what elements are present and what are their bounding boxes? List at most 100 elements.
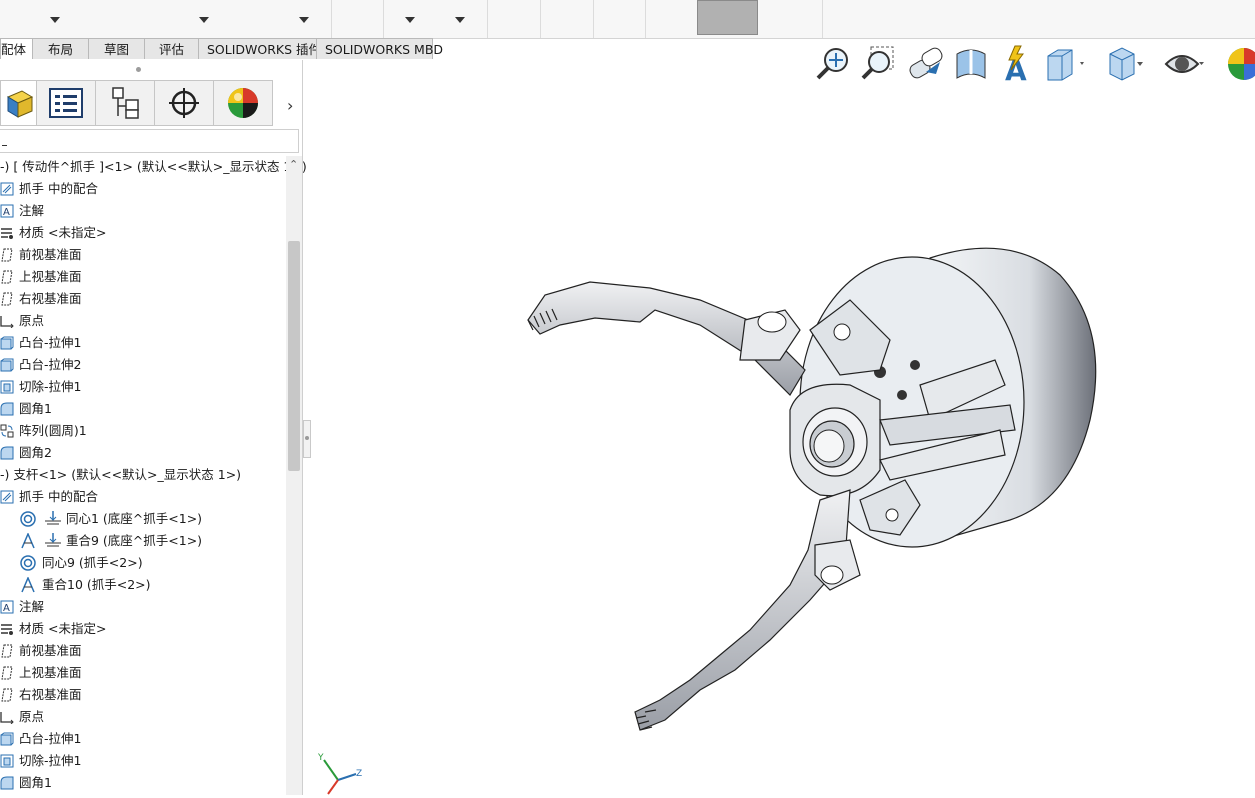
manager-tabs bbox=[0, 80, 300, 130]
tree-item-label: 注解 bbox=[19, 203, 45, 218]
tree-item-label: 前视基准面 bbox=[19, 643, 82, 658]
origin-icon bbox=[0, 712, 14, 724]
tree-item-label: 原点 bbox=[19, 313, 45, 328]
view-orientation-icon bbox=[1109, 47, 1143, 81]
tab-sketch[interactable]: 草图 bbox=[88, 38, 145, 59]
tree-item-label: 同心1 (底座^抓手<1>) bbox=[66, 511, 203, 526]
tree-item-label: 重合10 (抓手<2>) bbox=[42, 577, 151, 592]
toolbar-dropdown-caret[interactable] bbox=[455, 17, 465, 23]
zoom-to-area-button[interactable] bbox=[859, 44, 899, 84]
appearance-button[interactable] bbox=[1224, 44, 1255, 84]
tree-item-label: 材质 <未指定> bbox=[19, 225, 107, 240]
boss-extrude-icon bbox=[0, 732, 14, 746]
material-icon bbox=[1, 228, 13, 239]
display-manager-icon bbox=[228, 88, 258, 118]
section-view-button[interactable] bbox=[951, 44, 991, 84]
toolbar-dropdown-caret[interactable] bbox=[405, 17, 415, 23]
graphics-area[interactable] bbox=[304, 60, 1255, 795]
tree-item-label: 切除-拉伸1 bbox=[19, 379, 82, 394]
tree-item-label: 圆角1 bbox=[19, 401, 52, 416]
toolbar-divider bbox=[822, 0, 823, 38]
toolbar-divider bbox=[331, 0, 332, 38]
gripper-model[interactable] bbox=[304, 60, 1255, 795]
cut-extrude-icon bbox=[0, 754, 14, 768]
plane-icon bbox=[1, 270, 13, 284]
chevron-right-icon[interactable]: › bbox=[287, 96, 293, 115]
propertymanager-tab[interactable] bbox=[36, 80, 96, 126]
material-icon bbox=[1, 624, 13, 635]
coincident-icon bbox=[21, 533, 35, 549]
featuremanager-tab[interactable] bbox=[0, 80, 37, 126]
tree-item-label: 圆角2 bbox=[19, 445, 52, 460]
main-toolbar bbox=[0, 0, 1255, 39]
previous-view-icon bbox=[909, 47, 943, 79]
fillet-icon bbox=[0, 446, 14, 460]
triad-z-label: Z bbox=[356, 769, 362, 779]
toolbar-divider bbox=[593, 0, 594, 38]
tree-scrollbar[interactable]: ⌃ bbox=[286, 156, 302, 795]
tree-item-label: 阵列(圆周)1 bbox=[19, 423, 87, 438]
display-manager-tab[interactable] bbox=[213, 80, 273, 126]
hide-show-items-icon bbox=[1164, 55, 1204, 73]
display-style-button[interactable] bbox=[1044, 44, 1084, 84]
tree-item-label: 右视基准面 bbox=[19, 291, 82, 306]
appearance-icon bbox=[1228, 48, 1255, 80]
command-manager-tabs: 配体 布局 草图 评估 SOLIDWORKS 插件 SOLIDWORKS MBD bbox=[0, 38, 443, 60]
scrollbar-thumb[interactable] bbox=[288, 241, 300, 471]
scroll-up-icon[interactable]: ⌃ bbox=[289, 158, 298, 171]
configurationmanager-icon bbox=[112, 87, 139, 119]
toolbar-active-button[interactable] bbox=[697, 0, 758, 35]
fillet-icon bbox=[0, 402, 14, 416]
tab-solidworks-mbd[interactable]: SOLIDWORKS MBD bbox=[316, 38, 443, 59]
dimxpert-icon bbox=[169, 88, 199, 118]
coincident-icon bbox=[21, 577, 35, 593]
toolbar-dropdown-caret[interactable] bbox=[50, 17, 60, 23]
dynamic-annotation-icon: A bbox=[1005, 45, 1027, 87]
propertymanager-icon bbox=[49, 88, 83, 118]
zoom-to-fit-button[interactable] bbox=[814, 44, 854, 84]
origin-icon bbox=[0, 316, 14, 328]
plane-icon bbox=[1, 688, 13, 702]
toolbar-divider bbox=[540, 0, 541, 38]
tree-item-label: 凸台-拉伸1 bbox=[19, 731, 82, 746]
filter-caret-icon bbox=[2, 145, 7, 146]
toolbar-dropdown-caret[interactable] bbox=[299, 17, 309, 23]
tree-item-label: 凸台-拉伸1 bbox=[19, 335, 82, 350]
tree-item-label: -) [ 传动件^抓手 ]<1> (默认<<默认>_显示状态 1>) bbox=[0, 159, 307, 174]
mates-icon bbox=[0, 182, 14, 196]
tree-item-label: 切除-拉伸1 bbox=[19, 753, 82, 768]
view-orientation-button[interactable] bbox=[1104, 44, 1144, 84]
tab-evaluate[interactable]: 评估 bbox=[144, 38, 199, 59]
dynamic-annotation-button[interactable]: A bbox=[997, 44, 1037, 87]
toolbar-divider bbox=[645, 0, 646, 38]
previous-view-button[interactable] bbox=[906, 44, 946, 84]
plane-icon bbox=[1, 666, 13, 680]
toolbar-divider bbox=[487, 0, 488, 38]
tree-item-label: 重合9 (底座^抓手<1>) bbox=[66, 533, 203, 548]
y-axis-line bbox=[323, 759, 339, 781]
tab-layout[interactable]: 布局 bbox=[32, 38, 89, 59]
hide-show-items-button[interactable] bbox=[1164, 44, 1204, 84]
annotation-icon: A bbox=[0, 600, 14, 614]
tab-assembly[interactable]: 配体 bbox=[0, 38, 33, 59]
boss-extrude-icon bbox=[0, 336, 14, 350]
tree-item-label: 同心9 (抓手<2>) bbox=[42, 555, 143, 570]
display-style-icon bbox=[1047, 49, 1084, 81]
ground-icon bbox=[45, 511, 61, 525]
z-axis-line bbox=[337, 773, 357, 781]
tree-filter-box[interactable] bbox=[0, 129, 299, 153]
toolbar-dropdown-caret[interactable] bbox=[199, 17, 209, 23]
tree-item-label: 材质 <未指定> bbox=[19, 621, 107, 636]
zoom-to-area-icon bbox=[861, 46, 894, 80]
tree-item-label: 右视基准面 bbox=[19, 687, 82, 702]
tab-solidworks-addins[interactable]: SOLIDWORKS 插件 bbox=[198, 38, 321, 59]
toolbar-divider bbox=[383, 0, 384, 38]
annotation-icon: A bbox=[0, 204, 14, 218]
configurationmanager-tab[interactable] bbox=[95, 80, 155, 126]
tree-item-label: 凸台-拉伸2 bbox=[19, 357, 82, 372]
dimxpert-tab[interactable] bbox=[154, 80, 214, 126]
boss-extrude-icon bbox=[0, 358, 14, 372]
tree-item-label: 上视基准面 bbox=[19, 665, 82, 680]
panel-grip-handle[interactable] bbox=[136, 67, 141, 72]
svg-text:A: A bbox=[3, 603, 10, 614]
